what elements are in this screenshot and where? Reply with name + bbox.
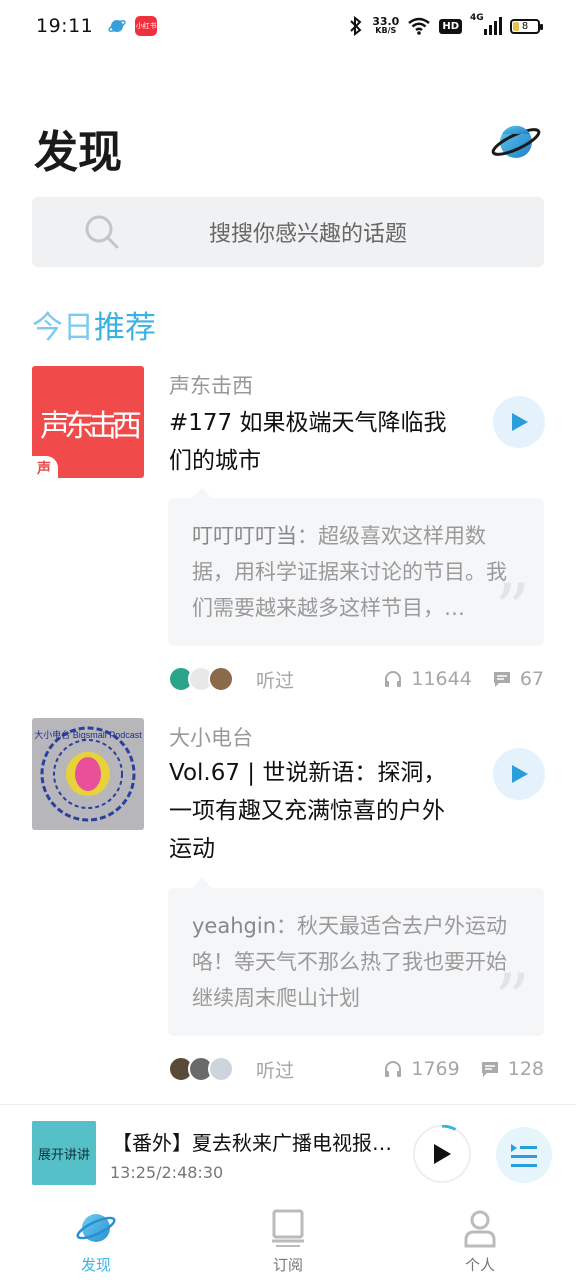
planet-icon — [76, 1214, 116, 1242]
podcast-cover[interactable]: 声东击西 声 — [32, 366, 144, 478]
podcast-name[interactable]: 大小电台 — [169, 722, 253, 752]
comment-count: 128 — [507, 1058, 544, 1080]
subscribe-icon — [272, 1209, 304, 1247]
headphones-icon — [385, 1061, 402, 1077]
wifi-icon — [408, 17, 431, 35]
comment-user: yeahgin — [192, 914, 276, 938]
comment-user: 叮叮叮叮当 — [192, 524, 297, 548]
svg-text:声东击西: 声东击西 — [40, 410, 141, 443]
player-time: 13:25/2:48:30 — [110, 1163, 224, 1182]
quote-icon: ” — [494, 569, 530, 651]
section-title-today-recommend: 今日推荐 — [32, 310, 156, 346]
cover-badge: 声 — [32, 456, 58, 478]
listened-label: 听过 — [256, 1059, 295, 1082]
player-title[interactable]: 【番外】夏去秋来广播电视报… — [112, 1127, 402, 1156]
playlist-button[interactable] — [496, 1127, 552, 1183]
avatar — [208, 666, 234, 692]
comment-box[interactable]: 叮叮叮叮当：超级喜欢这样用数据，用科学证据来讨论的节目。我们需要越来越多这样节目… — [168, 488, 544, 651]
play-button[interactable] — [493, 396, 545, 448]
podcast-name[interactable]: 声东击西 — [169, 370, 253, 400]
play-icon — [512, 413, 528, 431]
battery-icon: 8 — [510, 18, 543, 34]
episode-meta: 听过 11644 67 — [168, 664, 544, 694]
tab-label: 个人 — [464, 1256, 495, 1274]
bluetooth-icon — [350, 16, 362, 36]
svg-text:大小电台 Bigsmall Podcast: 大小电台 Bigsmall Podcast — [34, 729, 142, 740]
page-title: 发现 — [34, 127, 122, 178]
play-icon — [512, 765, 528, 783]
player-cover-art: 展开讲讲 — [32, 1121, 96, 1185]
playlist-icon — [511, 1144, 537, 1167]
svg-text:展开讲讲: 展开讲讲 — [38, 1147, 90, 1162]
status-bar: 19:11 小红书 33.0 KB/S HD 4G 8 — [0, 0, 576, 52]
tab-label: 订阅 — [272, 1256, 303, 1274]
tab-label: 发现 — [80, 1256, 111, 1274]
podcast-cover[interactable]: 大小电台 Bigsmall Podcast — [32, 718, 144, 830]
bottom-tab-bar: 发现 订阅 个人 — [0, 1200, 576, 1280]
cell-signal-icon: 4G — [470, 13, 502, 35]
comment-icon — [481, 1062, 498, 1077]
episode-title[interactable]: #177 如果极端天气降临我们的城市 — [169, 404, 465, 480]
planet-icon[interactable] — [490, 120, 542, 164]
net-speed: 33.0 KB/S — [372, 15, 400, 35]
search-input[interactable]: 搜搜你感兴趣的话题 — [32, 197, 544, 267]
progress-ring — [413, 1125, 471, 1183]
listener-avatars — [168, 666, 234, 692]
xiaohongshu-app-icon: 小红书 — [135, 16, 158, 36]
tab-subscribe[interactable]: 订阅 — [192, 1200, 384, 1280]
player-play-button[interactable] — [413, 1125, 471, 1183]
person-icon — [464, 1210, 496, 1248]
avatar — [208, 1056, 234, 1082]
comment-count: 67 — [519, 668, 544, 690]
episode-card[interactable]: 声东击西 声 声东击西 #177 如果极端天气降临我们的城市 叮叮叮叮当：超级喜… — [32, 366, 545, 696]
search-icon — [85, 215, 119, 249]
play-count: 11644 — [411, 668, 472, 690]
headphones-icon — [385, 671, 402, 687]
quote-icon: ” — [494, 959, 530, 1041]
comment-box[interactable]: yeahgin：秋天最适合去户外运动咯！等天气不那么热了我也要开始继续周末爬山计… — [168, 878, 544, 1041]
hd-badge: HD — [439, 18, 462, 34]
episode-title[interactable]: Vol.67 | 世说新语：探洞，一项有趣又充满惊喜的户外运动 — [169, 754, 465, 868]
play-button[interactable] — [493, 748, 545, 800]
listener-avatars — [168, 1056, 234, 1082]
cover-art: 大小电台 Bigsmall Podcast — [32, 718, 144, 830]
tab-profile[interactable]: 个人 — [384, 1200, 576, 1280]
mini-player[interactable]: 展开讲讲 【番外】夏去秋来广播电视报… 13:25/2:48:30 — [0, 1104, 576, 1200]
play-count: 1769 — [411, 1058, 460, 1080]
comment-icon — [493, 672, 510, 687]
episode-card[interactable]: 大小电台 Bigsmall Podcast 大小电台 Vol.67 | 世说新语… — [32, 718, 545, 1088]
planet-app-icon — [108, 20, 126, 32]
tab-discover[interactable]: 发现 — [0, 1200, 192, 1280]
episode-meta: 听过 1769 128 — [168, 1054, 544, 1084]
status-time: 19:11 — [36, 15, 94, 37]
player-cover[interactable]: 展开讲讲 — [32, 1121, 96, 1185]
listened-label: 听过 — [256, 669, 295, 692]
